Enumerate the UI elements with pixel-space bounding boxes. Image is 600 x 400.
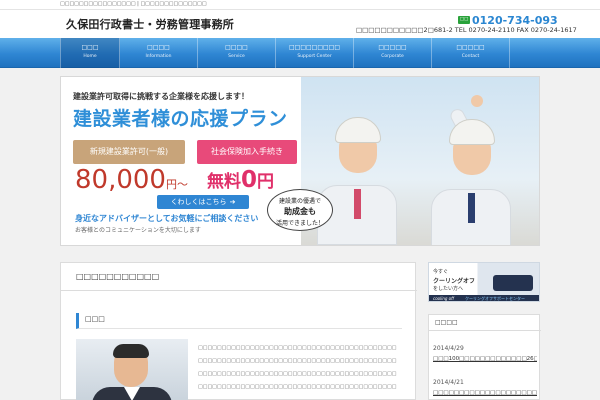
banner-text: クーリングオフ: [433, 278, 476, 285]
hero-banner[interactable]: 建設業許可取得に挑戦する企業様を応援します！ 建設業者様の応援プラン 新規建設業…: [60, 76, 540, 246]
nav-item-corporate[interactable]: □□□□□ Corporate: [354, 38, 432, 68]
nav-item-service[interactable]: □□□□ Service: [198, 38, 276, 68]
price-unit: 円〜: [165, 178, 188, 191]
price-value: 80,000円〜: [75, 165, 188, 195]
news-widget: □□□□ 2014/4/29 □□□100□□□□□□□□□□□□□26□□□□…: [428, 314, 541, 400]
greeting-section-title: □□□: [76, 313, 402, 329]
bubble-line: 助成金も: [284, 207, 316, 216]
bubble-line: 建設業の優遇で: [278, 198, 321, 205]
greeting-title: □□□: [85, 315, 105, 323]
arrow-right-icon: ➔: [229, 198, 236, 206]
news-link[interactable]: □□□100□□□□□□□□□□□□□26□□□□□□□□: [433, 356, 537, 362]
free-value: 0: [241, 167, 258, 193]
nav-sublabel: Support Center: [297, 54, 332, 59]
nav-sublabel: Service: [228, 54, 245, 59]
content-heading: □□□□□□□□□□□: [76, 272, 160, 281]
body-text-line: □□□□□□□□□□□□□□□□□□□□□□□□□□□□□□□□□□□□□□□□…: [198, 358, 397, 364]
cooling-off-banner[interactable]: 今すぐ クーリングオフ をしたい方へ cooling off クーリングオフサポ…: [428, 262, 540, 302]
nav-sublabel: Contact: [461, 54, 480, 59]
top-bar: □□□□□□□□□□□□□□□□ | □□□□□□□□□□□□□□: [0, 0, 600, 10]
nav-sublabel: Corporate: [381, 54, 404, 59]
main-nav: □□□ Home □□□□ Information □□□□ Service □…: [0, 38, 600, 68]
banner-photo: [301, 77, 539, 245]
speech-bubble: 建設業の優遇で 助成金も 活用できました！: [267, 189, 333, 231]
social-insurance-label: 社会保険加入手続き: [197, 140, 297, 164]
banner-subtitle: 身近なアドバイザーとしてお気軽にご相談ください: [75, 214, 259, 223]
price-number: 80,000: [75, 165, 166, 195]
representative-photo: [76, 339, 188, 400]
bubble-line: 活用できました！: [275, 220, 324, 227]
nav-label: □□□□□□□□□: [288, 44, 341, 51]
banner-footer-jp: クーリングオフサポートセンター: [465, 296, 525, 301]
nav-label: □□□□: [147, 44, 170, 51]
nav-item-information[interactable]: □□□□ Information: [120, 38, 198, 68]
banner-footer-en: cooling off: [433, 296, 454, 301]
banner-lead: 建設業許可取得に挑戦する企業様を応援します！: [73, 92, 249, 101]
details-button-label: くわしくはこちら: [170, 198, 227, 206]
nav-label: □□□□□: [378, 44, 407, 51]
news-link[interactable]: □□□□□□□□□□□□□□□□□□□□□□□□□: [433, 390, 537, 396]
content-header: □□□□□□□□□□□: [61, 263, 417, 291]
body-text-line: □□□□□□□□□□□□□□□□□□□□□□□□□□□□□□□□□□□□□□□□…: [198, 371, 397, 377]
main-content: □□□□□□□□□□□ □□□ □□□□□□□□□□□□□□□□□□□□□□□□…: [60, 262, 417, 400]
nav-label: □□□: [81, 44, 99, 51]
body-text-line: □□□□□□□□□□□□□□□□□□□□□□□□□□□□□□□□□□□□□□□□…: [198, 384, 397, 390]
details-button[interactable]: くわしくはこちら ➔: [157, 195, 249, 209]
banner-text: をしたい方へ: [433, 286, 464, 292]
body-text-line: □□□□□□□□□□□□□□□□□□□□□□□□□□□□□□□□□□□□□□□□…: [198, 345, 397, 351]
news-date: 2014/4/21: [433, 379, 464, 386]
banner-title: 建設業者様の応援プラン: [73, 108, 288, 130]
banner-footer: cooling off クーリングオフサポートセンター: [429, 295, 539, 301]
banner-text: 今すぐ: [433, 269, 449, 275]
nav-sublabel: Information: [145, 54, 172, 59]
sofa-icon: [493, 275, 533, 291]
free-dial-icon: □□: [458, 16, 470, 24]
news-date: 2014/4/29: [433, 345, 464, 352]
nav-sublabel: Home: [83, 54, 97, 59]
free-prefix: 無料: [207, 172, 241, 192]
news-heading: □□□□: [435, 319, 458, 326]
nav-label: □□□□: [225, 44, 248, 51]
nav-item-support-center[interactable]: □□□□□□□□□ Support Center: [276, 38, 354, 68]
nav-item-home[interactable]: □□□ Home: [60, 38, 120, 68]
top-bar-text: □□□□□□□□□□□□□□□□ | □□□□□□□□□□□□□□: [60, 1, 207, 7]
nav-label: □□□□□: [456, 44, 485, 51]
banner-caption: お客様とのコミュニケーションを大切にします: [75, 227, 201, 234]
site-header: 久保田行政書士・労務管理事務所 □□ 0120-734-093 □□□□□□□□…: [0, 10, 600, 38]
greeting-body: □□□□□□□□□□□□□□□□□□□□□□□□□□□□□□□□□□□□□□□□…: [198, 345, 408, 397]
free-price: 無料0円: [207, 167, 274, 193]
nav-item-contact[interactable]: □□□□□ Contact: [432, 38, 510, 68]
free-unit: 円: [257, 172, 275, 192]
new-license-label: 新規建設業許可(一般): [73, 140, 185, 164]
site-title[interactable]: 久保田行政書士・労務管理事務所: [66, 16, 234, 32]
address-text: □□□□□□□□□□□2□681-2 TEL 0270-24-2110 FAX …: [356, 26, 577, 34]
news-header: □□□□: [429, 315, 541, 331]
worker-illustration-right: [401, 77, 539, 245]
